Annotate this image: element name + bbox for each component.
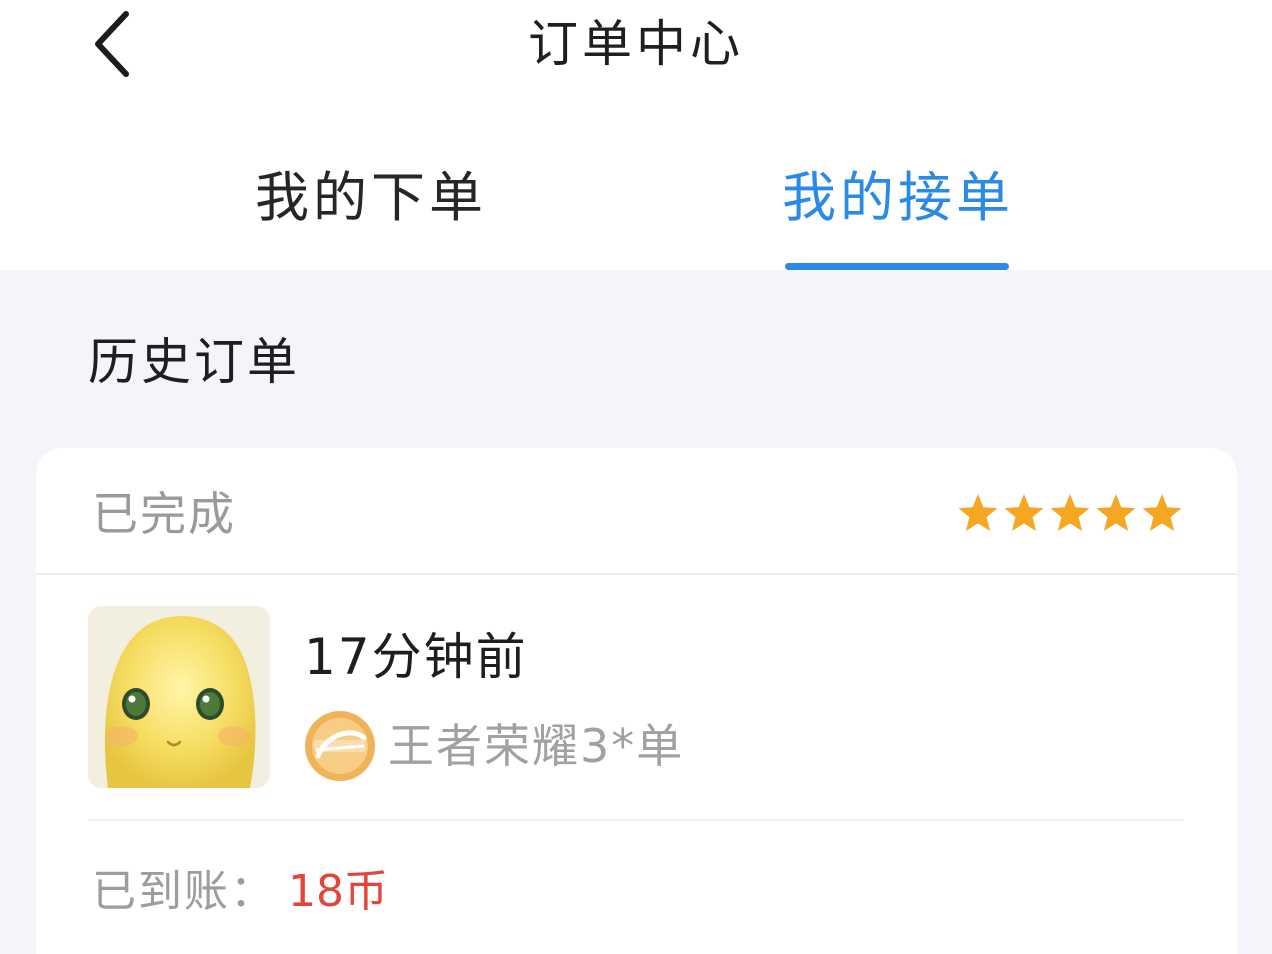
star-icon: [1096, 494, 1136, 531]
order-status: 已完成: [92, 487, 236, 541]
avatar-image: [88, 606, 270, 788]
settle-amount: 18币: [288, 866, 388, 917]
order-time: 17分钟前: [304, 628, 528, 686]
settle-label: 已到账：: [92, 866, 276, 917]
star-icon: [958, 494, 998, 531]
top-bar: 订单中心 我的下单 我的接单: [0, 0, 1272, 270]
star-icon: [1050, 494, 1090, 531]
page-title: 订单中心: [528, 15, 744, 73]
card-divider: [36, 573, 1237, 575]
active-tab-indicator: [785, 263, 1009, 270]
honor-of-kings-icon: [304, 710, 376, 782]
order-card[interactable]: 已完成 17分钟前 王者荣耀3*单 已到账： 18币: [36, 448, 1237, 954]
tab-my-accepted-orders[interactable]: 我的接单: [770, 160, 1026, 236]
game-label: 王者荣耀3*单: [388, 719, 685, 773]
tab-my-placed-orders[interactable]: 我的下单: [246, 160, 496, 236]
section-title: 历史订单: [88, 333, 300, 391]
star-icon: [1142, 494, 1182, 531]
avatar[interactable]: [88, 606, 270, 788]
rating-stars: [955, 488, 1185, 538]
inner-divider: [88, 819, 1184, 821]
star-icon: [1004, 494, 1044, 531]
